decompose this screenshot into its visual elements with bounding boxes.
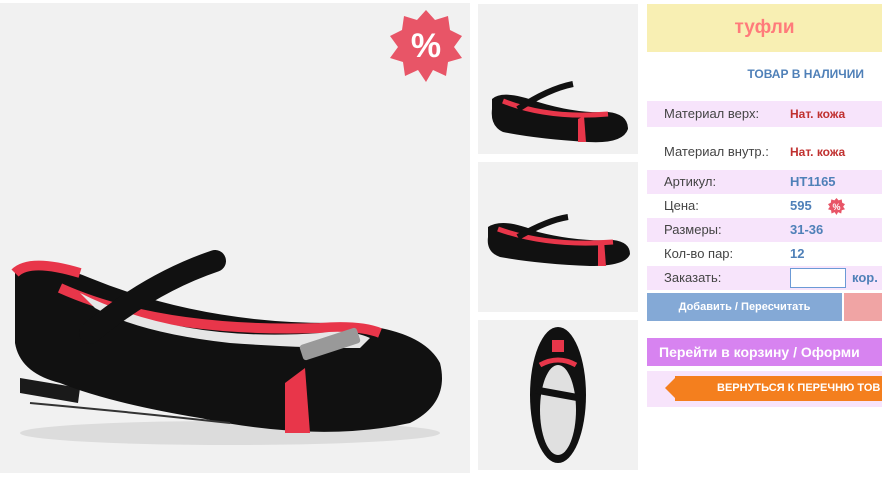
detail-value: HT1165 (790, 174, 836, 189)
detail-row-article: Артикул: HT1165 (647, 170, 882, 194)
order-unit: кор. (852, 270, 878, 285)
detail-row-material-top: Материал верх: Нат. кожа (647, 101, 882, 127)
detail-value: 12 (790, 246, 805, 261)
order-row: Заказать: кор. (647, 266, 882, 290)
detail-row-sizes: Размеры: 31-36 (647, 218, 882, 242)
back-to-list-button[interactable]: ВЕРНУТЬСЯ К ПЕРЕЧНЮ ТОВ (675, 376, 882, 401)
add-recalculate-button[interactable]: Добавить / Пересчитать (647, 293, 842, 321)
sale-badge-symbol: % (411, 27, 441, 65)
thumbnail-1[interactable] (478, 4, 638, 154)
detail-label: Цена: (664, 198, 699, 213)
go-to-cart-button[interactable]: Перейти в корзину / Оформи (647, 338, 882, 366)
detail-value: Нат. кожа (790, 107, 846, 121)
back-bar: ВЕРНУТЬСЯ К ПЕРЕЧНЮ ТОВ (647, 371, 882, 407)
detail-value: Нат. кожа (790, 145, 846, 159)
thumbnail-2[interactable] (478, 162, 638, 312)
thumbnail-3[interactable] (478, 320, 638, 470)
detail-label: Материал внутр.: (664, 144, 769, 159)
order-quantity-input[interactable] (790, 268, 846, 288)
detail-label: Материал верх: (664, 106, 760, 121)
detail-value: 31-36 (790, 222, 824, 237)
product-title: туфли (647, 4, 882, 52)
detail-row-price: Цена: 595 % (647, 194, 882, 218)
percent-sale-badge-icon: % (390, 10, 462, 82)
svg-text:%: % (832, 202, 840, 212)
stock-status: ТОВАР В НАЛИЧИИ (747, 67, 864, 81)
detail-value: 595 (790, 198, 812, 213)
order-label: Заказать: (664, 270, 722, 285)
price-discount-icon: % (828, 198, 845, 215)
secondary-button[interactable] (844, 293, 882, 321)
detail-label: Размеры: (664, 222, 722, 237)
detail-label: Кол-во пар: (664, 246, 734, 261)
detail-label: Артикул: (664, 174, 717, 189)
detail-row-material-inner: Материал внутр.: Нат. кожа (647, 140, 882, 164)
detail-row-pairs: Кол-во пар: 12 (647, 242, 882, 266)
